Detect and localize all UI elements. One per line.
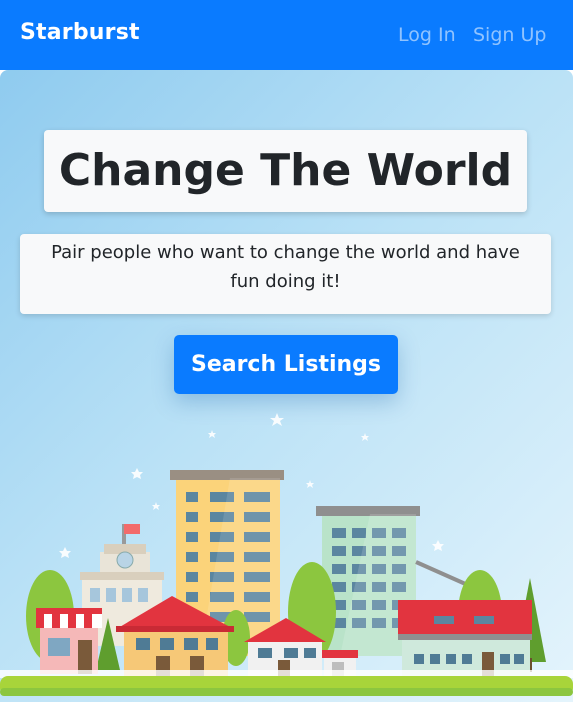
search-listings-button[interactable]: Search Listings — [174, 335, 398, 394]
city-skyline-illustration — [0, 413, 573, 696]
hero-subtitle: Pair people who want to change the world… — [20, 234, 551, 314]
brand-logo[interactable]: Starburst — [20, 20, 140, 45]
hero-section: Change The World Pair people who want to… — [0, 70, 573, 702]
hero-title: Change The World — [44, 130, 527, 212]
login-link[interactable]: Log In — [398, 24, 456, 46]
signup-link[interactable]: Sign Up — [473, 24, 546, 46]
navbar: Starburst Log In Sign Up — [0, 0, 573, 70]
